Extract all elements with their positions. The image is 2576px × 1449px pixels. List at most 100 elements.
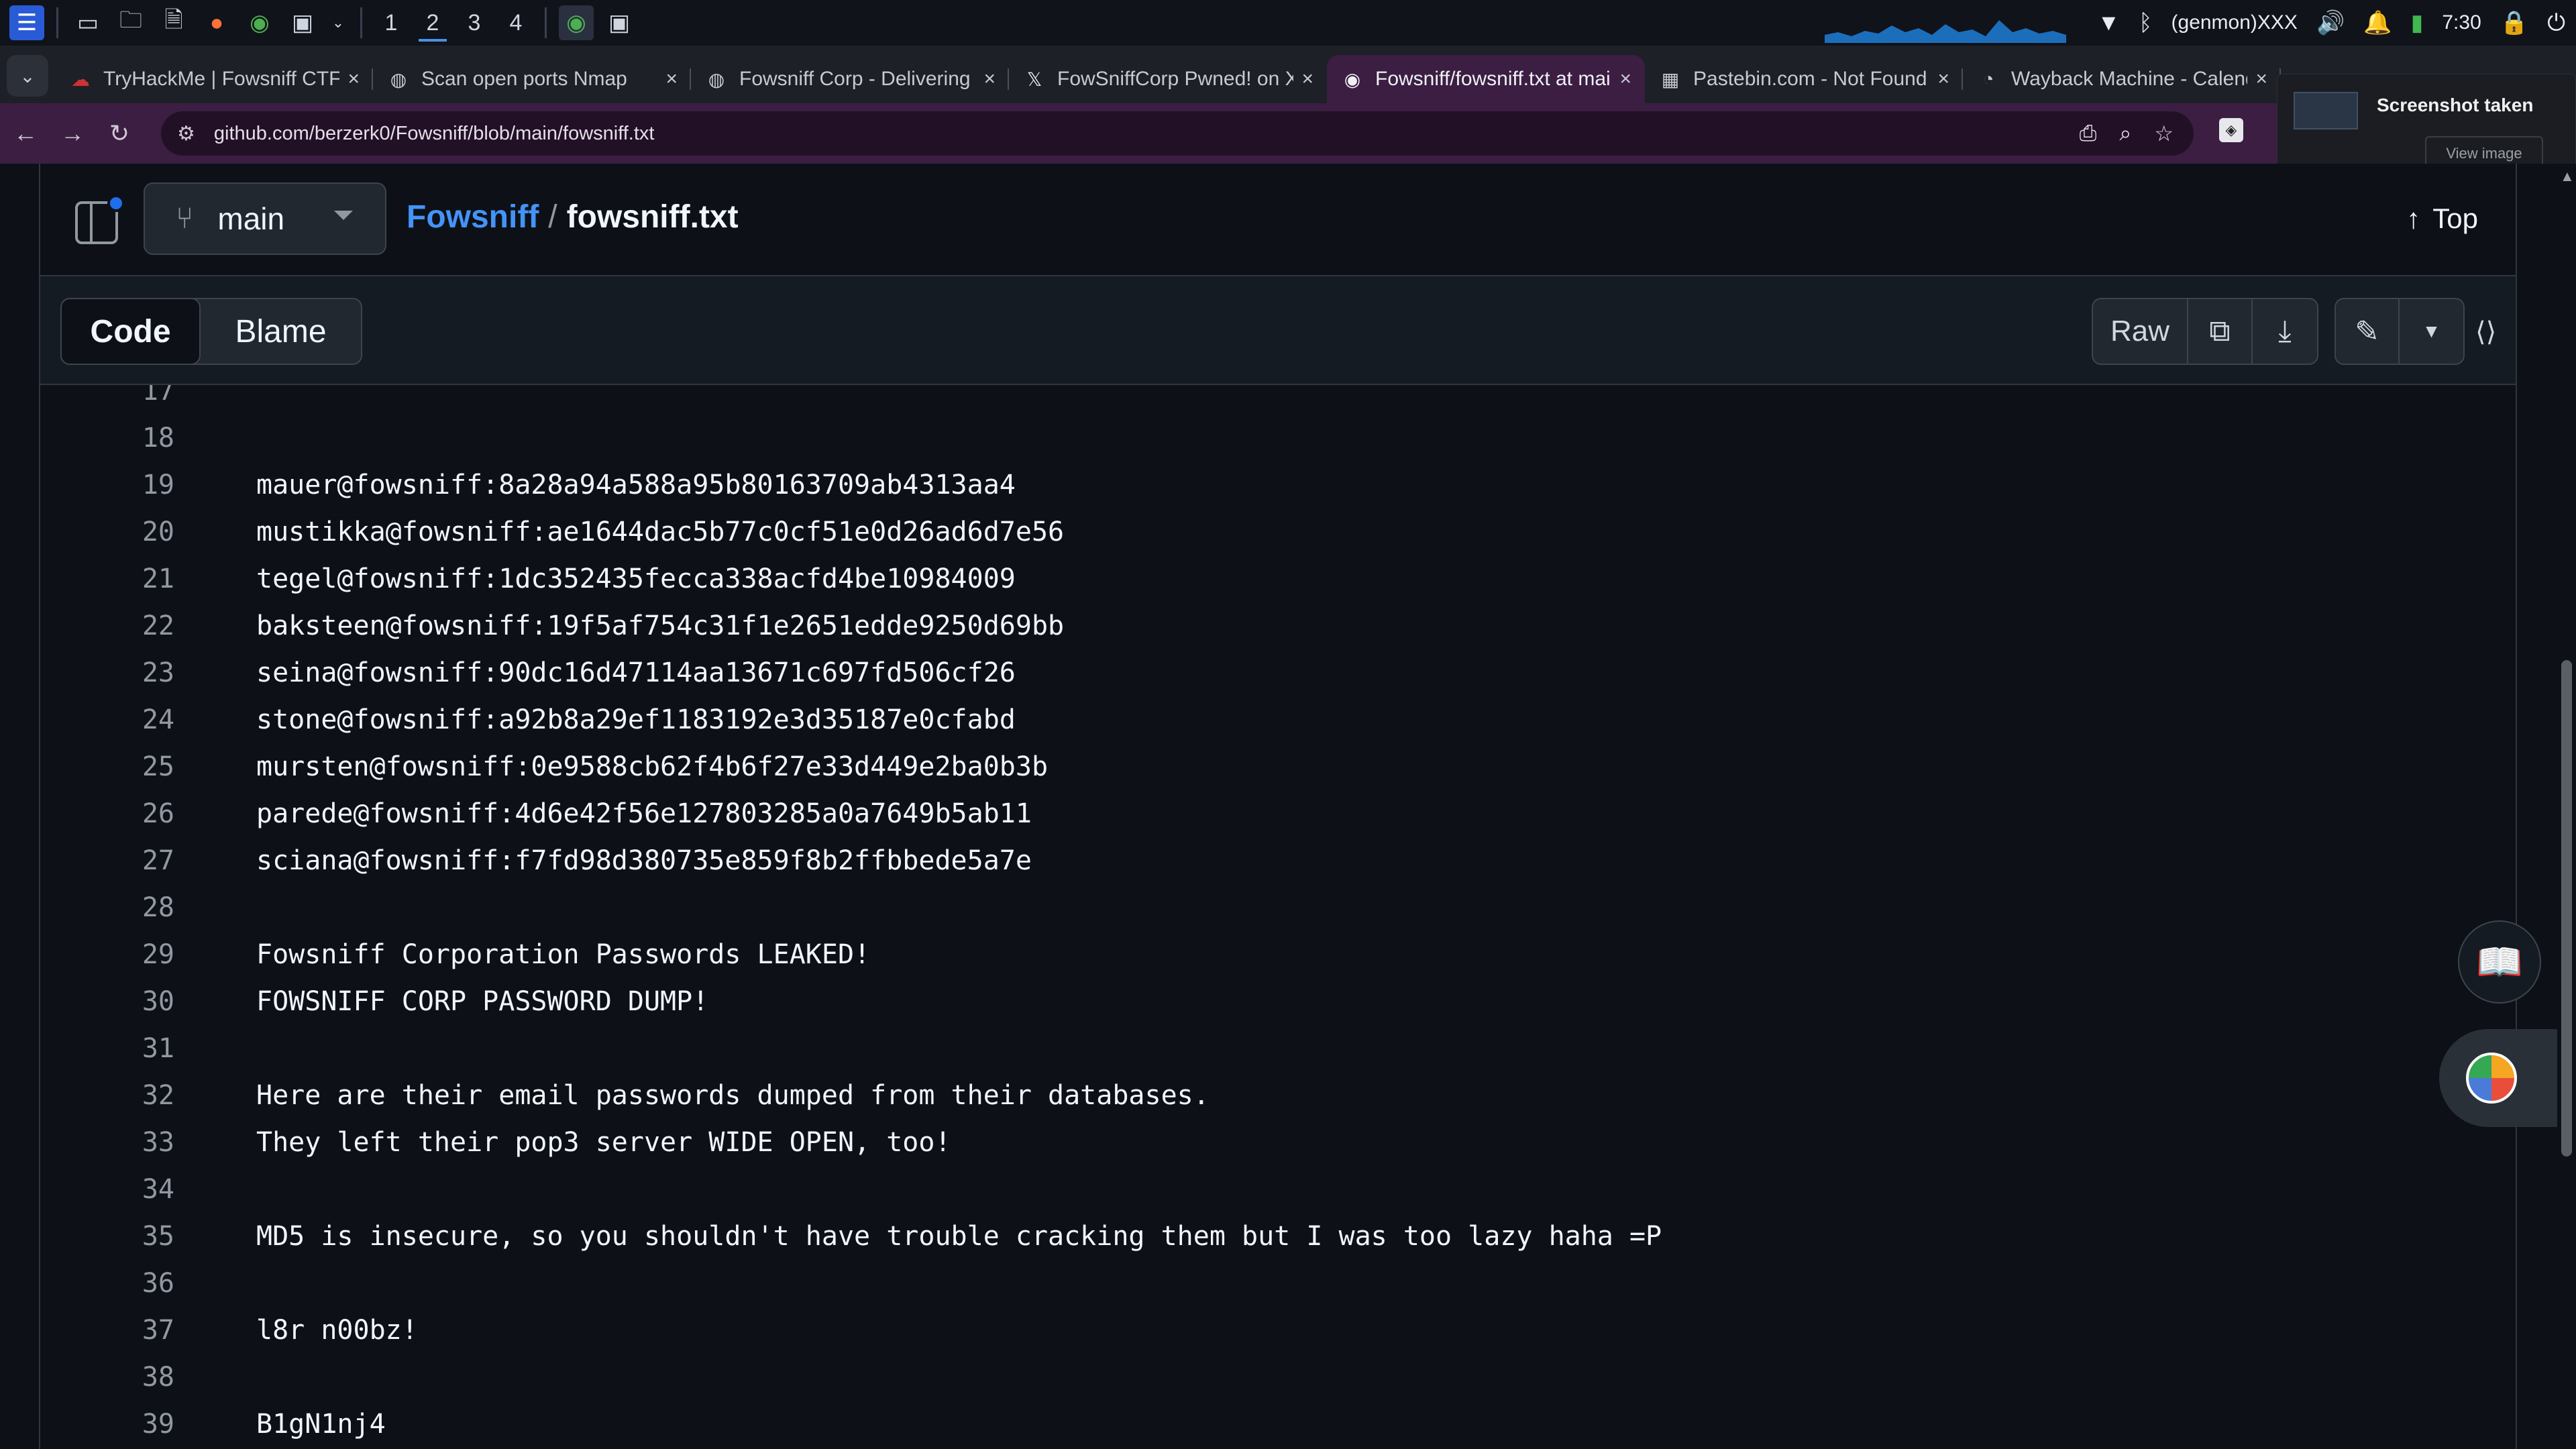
line-number[interactable]: 24 bbox=[40, 704, 174, 735]
scroll-up-arrow-icon[interactable]: ▲ bbox=[2560, 168, 2575, 185]
line-number[interactable]: 18 bbox=[40, 423, 174, 453]
file-manager-icon[interactable]: 🗀 bbox=[113, 5, 148, 40]
line-number[interactable]: 27 bbox=[40, 845, 174, 876]
screenshot-thumbnail[interactable] bbox=[2294, 92, 2358, 129]
line-number[interactable]: 19 bbox=[40, 470, 174, 500]
bookmark-star-icon[interactable]: ☆ bbox=[2154, 121, 2174, 146]
browser-tab[interactable]: ◍ Scan open ports Nmap × bbox=[373, 55, 691, 103]
raw-button[interactable]: Raw bbox=[2093, 299, 2188, 364]
line-number[interactable]: 23 bbox=[40, 657, 174, 688]
app-menu-icon[interactable]: ☰ bbox=[9, 5, 44, 40]
line-text: baksteen@fowsniff:19f5af754c31f1e2651edd… bbox=[256, 610, 1065, 641]
wifi-icon[interactable]: ▼ bbox=[2097, 10, 2120, 36]
code-line: 31 bbox=[40, 1025, 2516, 1072]
line-number[interactable]: 25 bbox=[40, 751, 174, 782]
tab-title: FowSniffCorp Pwned! on X bbox=[1057, 68, 1294, 90]
chrome-window-icon[interactable]: ◉ bbox=[559, 5, 594, 40]
line-number[interactable]: 38 bbox=[40, 1362, 174, 1393]
line-text: Here are their email passwords dumped fr… bbox=[256, 1080, 1210, 1111]
workspace-2[interactable]: 2 bbox=[412, 3, 453, 43]
edit-options-chevron-icon[interactable]: ▼ bbox=[2400, 299, 2463, 364]
edit-pencil-icon[interactable]: ✎ bbox=[2336, 299, 2400, 364]
download-raw-icon[interactable]: ⤓ bbox=[2253, 299, 2317, 364]
code-line: 28 bbox=[40, 884, 2516, 931]
file-tree-toggle-icon[interactable] bbox=[75, 195, 125, 244]
notification-bell-icon[interactable]: 🔔 bbox=[2363, 9, 2392, 36]
line-number[interactable]: 22 bbox=[40, 610, 174, 641]
browser-tab[interactable]: ◍ Fowsniff Corp - Delivering × bbox=[691, 55, 1009, 103]
breadcrumb-repo-link[interactable]: Fowsniff bbox=[407, 199, 539, 235]
back-button[interactable]: ← bbox=[4, 112, 47, 155]
line-number[interactable]: 39 bbox=[40, 1409, 174, 1440]
line-number[interactable]: 31 bbox=[40, 1033, 174, 1064]
firefox-icon[interactable]: ● bbox=[199, 5, 234, 40]
tab-title: Scan open ports Nmap bbox=[421, 68, 627, 90]
text-editor-icon[interactable]: 🗎 bbox=[156, 5, 191, 40]
zoom-icon[interactable]: ⌕ bbox=[2119, 121, 2131, 146]
line-number[interactable]: 30 bbox=[40, 986, 174, 1017]
lock-icon[interactable]: 🔒 bbox=[2500, 9, 2528, 36]
top-link[interactable]: ↑ Top bbox=[2406, 203, 2478, 235]
line-number[interactable]: 17 bbox=[40, 385, 174, 407]
install-app-icon[interactable]: ⎙ bbox=[2080, 121, 2097, 146]
show-desktop-icon[interactable]: ▭ bbox=[70, 5, 105, 40]
workspace-1[interactable]: 1 bbox=[370, 3, 412, 43]
tab-close-icon[interactable]: × bbox=[1301, 68, 1313, 91]
terminal-window-icon[interactable]: ▣ bbox=[602, 5, 637, 40]
blame-tab[interactable]: Blame bbox=[201, 299, 361, 364]
web-icon: ◍ bbox=[708, 68, 725, 90]
copy-raw-icon[interactable]: ⧉ bbox=[2188, 299, 2253, 364]
volume-icon[interactable]: 🔊 bbox=[2316, 9, 2345, 36]
workspace-4[interactable]: 4 bbox=[495, 3, 537, 43]
url-text[interactable]: github.com/berzerk0/Fowsniff/blob/main/f… bbox=[214, 123, 655, 145]
line-number[interactable]: 26 bbox=[40, 798, 174, 829]
line-text: FOWSNIFF CORP PASSWORD DUMP! bbox=[256, 986, 709, 1017]
extension-icon[interactable]: ◈ bbox=[2219, 118, 2243, 142]
clock[interactable]: 7:30 bbox=[2442, 11, 2481, 34]
line-number[interactable]: 20 bbox=[40, 517, 174, 547]
browser-tab[interactable]: ☁ TryHackMe | Fowsniff CTF × bbox=[55, 55, 373, 103]
line-number[interactable]: 34 bbox=[40, 1174, 174, 1205]
tab-search-button[interactable]: ⌄ bbox=[7, 55, 48, 97]
tab-close-icon[interactable]: × bbox=[983, 68, 996, 91]
reader-mode-book-icon[interactable]: 📖 bbox=[2458, 920, 2541, 1004]
copilot-icon bbox=[2466, 1053, 2517, 1104]
power-icon[interactable]: ⏻ bbox=[2547, 10, 2565, 36]
copilot-button[interactable] bbox=[2439, 1029, 2576, 1127]
line-number[interactable]: 29 bbox=[40, 939, 174, 970]
line-number[interactable]: 37 bbox=[40, 1315, 174, 1346]
bluetooth-icon[interactable]: ᛒ bbox=[2139, 10, 2152, 36]
branch-selector[interactable]: ⑂ main bbox=[144, 182, 386, 255]
tab-close-icon[interactable]: × bbox=[665, 68, 678, 91]
code-line: 24 stone@fowsniff:a92b8a29ef1183192e3d351… bbox=[40, 696, 2516, 743]
chrome-icon[interactable]: ◉ bbox=[242, 5, 277, 40]
line-number[interactable]: 35 bbox=[40, 1221, 174, 1252]
breadcrumb-separator: / bbox=[548, 199, 557, 235]
launcher-dropdown-icon[interactable]: ⌄ bbox=[328, 5, 348, 40]
browser-tab[interactable]: ◉ Fowsniff/fowsniff.txt at main × bbox=[1327, 55, 1645, 103]
terminal-icon[interactable]: ▣ bbox=[285, 5, 320, 40]
pastebin-icon: ▦ bbox=[1661, 68, 1680, 90]
tab-close-icon[interactable]: × bbox=[1619, 68, 1631, 91]
line-number[interactable]: 32 bbox=[40, 1080, 174, 1111]
symbols-panel-icon[interactable]: ⟨⟩ bbox=[2475, 317, 2496, 347]
workspace-3[interactable]: 3 bbox=[453, 3, 495, 43]
line-number[interactable]: 21 bbox=[40, 564, 174, 594]
browser-tab[interactable]: ◔ Wayback Machine - Calendar × bbox=[1963, 55, 2281, 103]
line-text: sciana@fowsniff:f7fd98d380735e859f8b2ffb… bbox=[256, 845, 1032, 876]
tab-close-icon[interactable]: × bbox=[1937, 68, 1949, 91]
address-bar[interactable]: ⚙ github.com/berzerk0/Fowsniff/blob/main… bbox=[161, 111, 2194, 156]
line-number[interactable]: 28 bbox=[40, 892, 174, 923]
tab-close-icon[interactable]: × bbox=[347, 68, 360, 91]
scroll-thumb[interactable] bbox=[2561, 660, 2572, 1157]
line-number[interactable]: 36 bbox=[40, 1268, 174, 1299]
site-info-icon[interactable]: ⚙ bbox=[177, 122, 195, 146]
page-scrollbar[interactable]: ▲ bbox=[2557, 164, 2576, 1449]
browser-tab[interactable]: 𝕏 FowSniffCorp Pwned! on X × bbox=[1009, 55, 1327, 103]
forward-button[interactable]: → bbox=[51, 112, 94, 155]
browser-tab[interactable]: ▦ Pastebin.com - Not Found × bbox=[1645, 55, 1963, 103]
reload-button[interactable]: ↻ bbox=[98, 112, 141, 155]
code-tab[interactable]: Code bbox=[60, 298, 201, 365]
line-number[interactable]: 33 bbox=[40, 1127, 174, 1158]
tab-close-icon[interactable]: × bbox=[2255, 68, 2267, 91]
